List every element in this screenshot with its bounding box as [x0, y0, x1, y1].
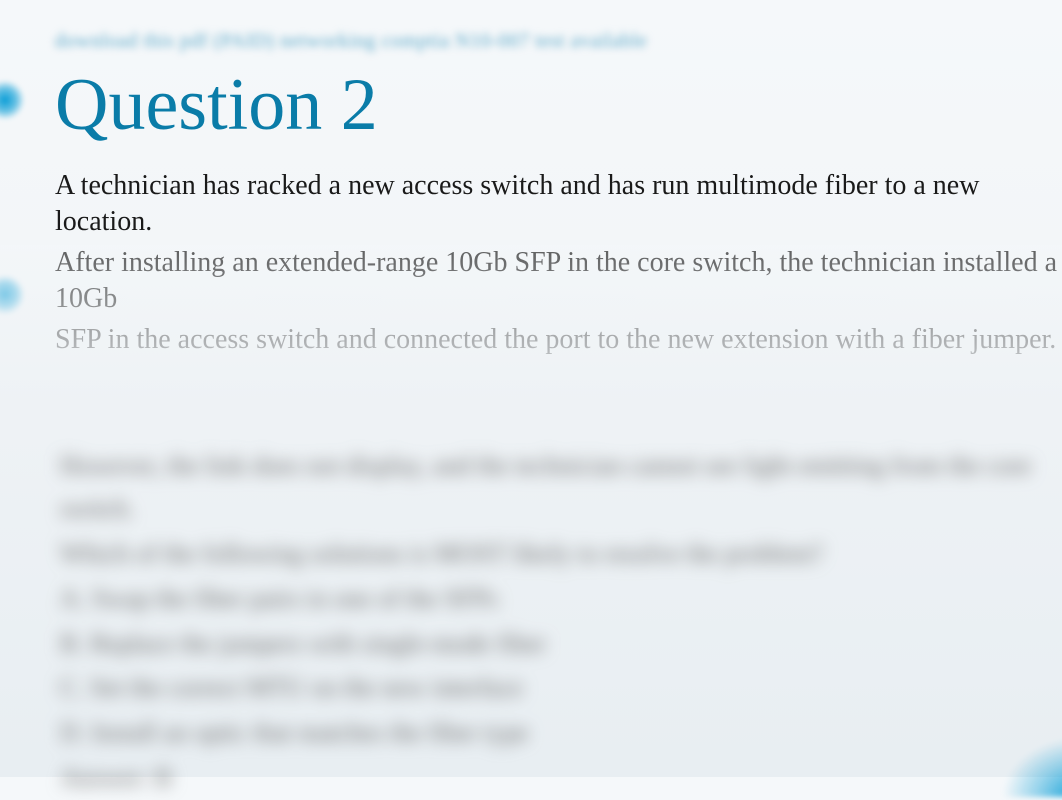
document-page: download this pdf (PAID) networking comp… [0, 0, 1062, 777]
blurred-line-2: Which of the following solutions is MOST… [60, 533, 1062, 576]
question-title: Question 2 [55, 63, 1062, 148]
blurred-line-1: However, the link does not display, and … [60, 445, 1062, 531]
blurred-content: However, the link does not display, and … [60, 445, 1062, 800]
blurred-line-7: Answer: B [60, 757, 1062, 800]
blurred-overlay: However, the link does not display, and … [0, 245, 1062, 777]
blurred-line-5: C. Set the correct MTU on the new interf… [60, 667, 1062, 710]
blurred-line-6: D. Install an optic that matches the fib… [60, 712, 1062, 755]
decoration-bottom-right [1002, 737, 1062, 797]
question-line-1: A technician has racked a new access swi… [55, 168, 1062, 241]
blurred-line-4: B. Replace the jumpers with single-mode … [60, 623, 1062, 666]
blurred-header-link: download this pdf (PAID) networking comp… [55, 30, 1062, 53]
decoration-left-top [0, 80, 25, 120]
blurred-line-3: A. Swap the fiber pairs in one of the SF… [60, 578, 1062, 621]
